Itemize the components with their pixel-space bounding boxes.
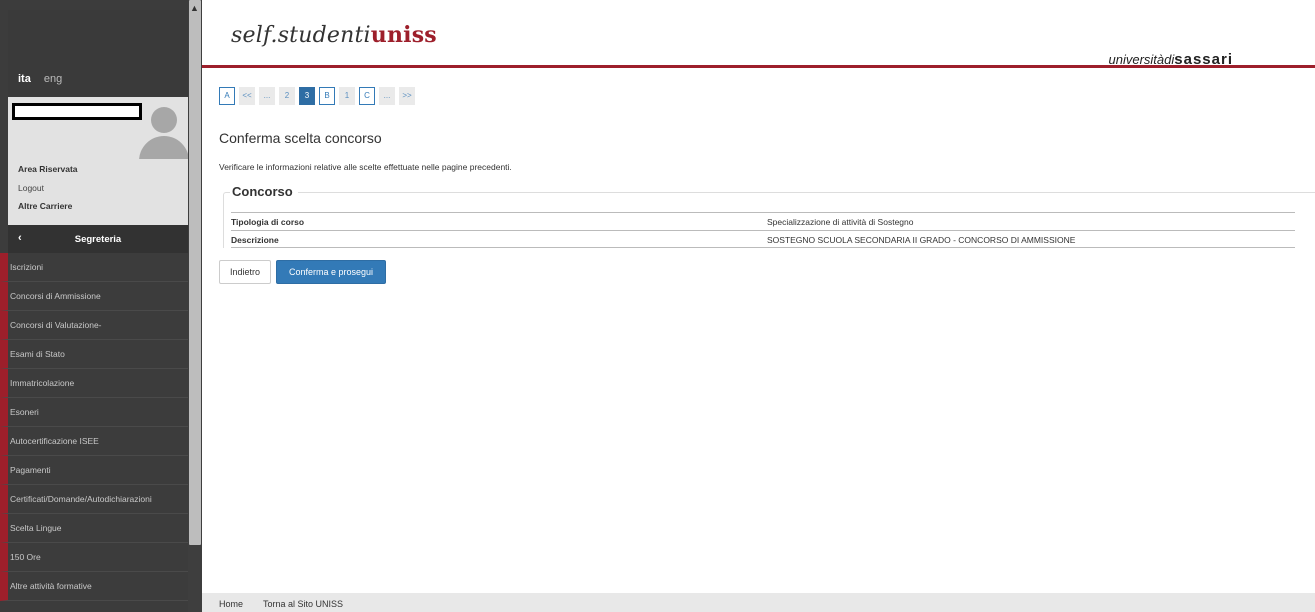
confirm-button[interactable]: Conferma e prosegui — [276, 260, 386, 284]
lang-ita[interactable]: ita — [18, 73, 31, 85]
avatar — [138, 103, 188, 159]
avatar-head — [151, 107, 177, 133]
header-divider — [202, 65, 1315, 68]
table-row: Descrizione SOSTEGNO SCUOLA SECONDARIA I… — [231, 230, 1295, 248]
sidebar: ita eng Area Riservata Logout Altre Carr… — [0, 0, 202, 612]
area-riservata-link[interactable]: Area Riservata — [18, 164, 78, 174]
footer: Home Torna al Sito UNISS — [202, 593, 1315, 612]
footer-site-link[interactable]: Torna al Sito UNISS — [263, 599, 343, 609]
sidebar-scrollbar-thumb[interactable] — [189, 0, 201, 545]
user-name-redacted — [12, 103, 142, 120]
sidebar-item-immatricolazione[interactable]: Immatricolazione — [0, 369, 188, 398]
pager-last[interactable]: >> — [399, 87, 415, 105]
step-pager: A << ... 2 3 B 1 C ... >> — [219, 87, 419, 105]
row-label: Descrizione — [231, 235, 279, 245]
concorso-legend: Concorso — [230, 184, 298, 199]
sidebar-item-scelta-lingue[interactable]: Scelta Lingue — [0, 514, 188, 543]
row-value: SOSTEGNO SCUOLA SECONDARIA II GRADO - CO… — [767, 235, 1076, 245]
sidebar-item-certificati[interactable]: Certificati/Domande/Autodichiarazioni — [0, 485, 188, 514]
menu-title: Segreteria — [74, 234, 122, 245]
table-row: Tipologia di corso Specializzazione di a… — [231, 212, 1295, 230]
sidebar-item-iscrizioni[interactable]: Iscrizioni — [0, 253, 188, 282]
pager-step-2[interactable]: 2 — [279, 87, 295, 105]
menu-list: Iscrizioni Concorsi di Ammissione Concor… — [0, 253, 188, 601]
page-title: Conferma scelta concorso — [219, 130, 382, 146]
pager-ellipsis: ... — [259, 87, 275, 105]
pager-step-a[interactable]: A — [219, 87, 235, 105]
logo-prefix: self.studenti — [231, 23, 371, 48]
sidebar-item-150-ore[interactable]: 150 Ore — [0, 543, 188, 572]
sidebar-item-concorsi-valutazione[interactable]: Concorsi di Valutazione- — [0, 311, 188, 340]
user-panel: Area Riservata Logout Altre Carriere — [8, 97, 188, 225]
site-logo[interactable]: self.studentiuniss — [231, 22, 437, 48]
pager-step-c[interactable]: C — [359, 87, 375, 105]
menu-header: ‹ Segreteria — [8, 225, 188, 253]
row-label: Tipologia di corso — [231, 217, 305, 227]
lang-eng[interactable]: eng — [44, 73, 62, 85]
sidebar-item-altre-attivita[interactable]: Altre attività formative — [0, 572, 188, 601]
sidebar-inner: ita eng Area Riservata Logout Altre Carr… — [0, 0, 188, 612]
sidebar-scrollbar[interactable]: ▲ — [188, 0, 202, 612]
pager-first[interactable]: << — [239, 87, 255, 105]
intro-text: Verificare le informazioni relative alle… — [219, 162, 512, 172]
pager-step-1[interactable]: 1 — [339, 87, 355, 105]
sidebar-item-esami-stato[interactable]: Esami di Stato — [0, 340, 188, 369]
sidebar-item-pagamenti[interactable]: Pagamenti — [0, 456, 188, 485]
pager-step-b[interactable]: B — [319, 87, 335, 105]
logo-strong: uniss — [370, 22, 437, 48]
sidebar-item-esoneri[interactable]: Esoneri — [0, 398, 188, 427]
altre-carriere-link[interactable]: Altre Carriere — [18, 201, 72, 211]
back-button[interactable]: Indietro — [219, 260, 271, 284]
avatar-body — [139, 136, 188, 159]
logout-link[interactable]: Logout — [18, 183, 44, 193]
page: ita eng Area Riservata Logout Altre Carr… — [0, 0, 1315, 612]
sidebar-item-concorsi-ammissione[interactable]: Concorsi di Ammissione — [0, 282, 188, 311]
language-switcher: ita eng — [18, 73, 62, 85]
pager-step-3-current[interactable]: 3 — [299, 87, 315, 105]
concorso-table: Tipologia di corso Specializzazione di a… — [231, 212, 1295, 248]
pager-ellipsis: ... — [379, 87, 395, 105]
sidebar-item-autocertificazione-isee[interactable]: Autocertificazione ISEE — [0, 427, 188, 456]
scroll-up-icon[interactable]: ▲ — [190, 4, 199, 13]
footer-home-link[interactable]: Home — [219, 599, 243, 609]
row-value: Specializzazione di attività di Sostegno — [767, 217, 914, 227]
